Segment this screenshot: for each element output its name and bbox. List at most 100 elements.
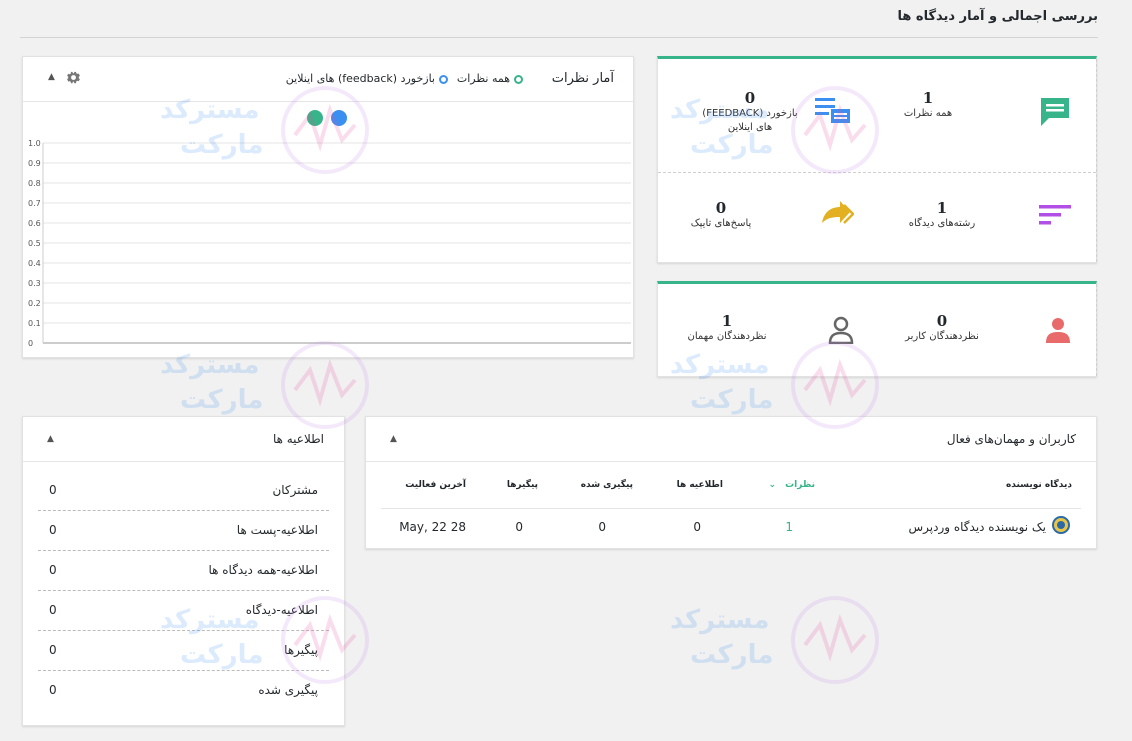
notification-label: پیگیری شده xyxy=(258,683,318,697)
stat-label: نظردهندگان کاربر xyxy=(905,331,979,342)
notification-value: 0 xyxy=(49,563,57,577)
stat-value: 0 xyxy=(936,312,948,330)
y-tick-label: 0.7 xyxy=(28,199,41,208)
active-users-header: کاربران و مهمان‌های فعال ▲ xyxy=(366,417,1096,462)
stat-label: نظردهندگان مهمان xyxy=(687,331,767,342)
notification-row: اطلاعیه-پست ها 0 xyxy=(38,511,329,551)
y-tick-label: 0.1 xyxy=(28,319,41,328)
notification-value: 0 xyxy=(49,683,57,697)
divider xyxy=(1096,284,1097,376)
column-followers[interactable]: پیگیرها xyxy=(507,480,538,490)
watermark: مسترکد مارکت xyxy=(670,595,880,689)
notification-value: 0 xyxy=(49,603,57,617)
cell-comments: 1 xyxy=(785,520,793,534)
page-title: بررسی اجمالی و آمار دیدگاه ها xyxy=(897,9,1099,24)
y-tick-label: 0.2 xyxy=(28,299,41,308)
notification-value: 0 xyxy=(49,483,57,497)
notification-value: 0 xyxy=(49,523,57,537)
active-users-box: کاربران و مهمان‌های فعال ▲ دیدگاه نویسند… xyxy=(365,416,1097,549)
stat-value: 1 xyxy=(721,312,733,330)
stat-label: پاسخ‌های تایپک xyxy=(690,218,752,229)
author-name[interactable]: یک نویسنده دیدگاه وردپرس xyxy=(909,520,1047,534)
chevron-down-icon: ⌄ xyxy=(768,480,776,490)
active-users-title: کاربران و مهمان‌های فعال xyxy=(946,432,1076,446)
notifications-header: اطلاعیه ها ▲ xyxy=(23,417,344,462)
chart-title: آمار نظرات xyxy=(551,71,614,86)
guest-icon xyxy=(828,316,854,348)
triangle-up-icon[interactable]: ▲ xyxy=(48,72,55,82)
column-last-activity[interactable]: آخرین فعالیت xyxy=(405,480,466,490)
divider xyxy=(1096,59,1097,262)
stat-value: 0 xyxy=(715,199,727,217)
cell-followers: 0 xyxy=(515,520,523,534)
comment-totals-box: 1 همه نظرات 0 بازخورد (FEEDBACK) های این… xyxy=(657,56,1097,263)
column-author[interactable]: دیدگاه نویسنده xyxy=(1006,480,1072,490)
watermark-text: مسترکد xyxy=(670,605,770,635)
notification-row: مشترکان 0 xyxy=(38,471,329,511)
feedback-list-icon xyxy=(815,96,851,130)
comment-icon xyxy=(1039,96,1071,132)
chart-plot: 1.0 0.9 0.8 0.7 0.6 0.5 0.4 0.3 0.2 0.1 0 xyxy=(28,110,631,348)
cell-followed: 0 xyxy=(598,520,606,534)
cell-last-activity: May, 22 28 xyxy=(399,520,466,534)
y-tick-label: 0.4 xyxy=(28,259,41,268)
notification-row: اطلاعیه-دیدگاه 0 xyxy=(38,591,329,631)
stat-value: 1 xyxy=(936,199,948,217)
notification-row: اطلاعیه-همه دیدگاه ها 0 xyxy=(38,551,329,591)
comment-stats-chart-box: آمار نظرات همه نظرات بازخورد (feedback) … xyxy=(22,56,634,358)
legend-ring-icon xyxy=(439,74,448,84)
column-notifications[interactable]: اطلاعیه ها xyxy=(677,480,723,490)
y-tick-label: 1.0 xyxy=(28,139,41,148)
notification-label: اطلاعیه-دیدگاه xyxy=(245,603,318,617)
stat-label: همه نظرات xyxy=(903,108,953,119)
stat-inline-feedback: 0 بازخورد (FEEDBACK) های اینلاین xyxy=(695,89,805,135)
stat-label: بازخورد (FEEDBACK) های اینلاین xyxy=(702,108,798,133)
stat-value: 0 xyxy=(744,89,756,107)
series-marker xyxy=(331,110,347,126)
notifications-box: اطلاعیه ها ▲ مشترکان 0 اطلاعیه-پست ها 0 … xyxy=(22,416,345,726)
watermark-text: مارکت xyxy=(690,640,774,670)
column-followed[interactable]: پیگیری شده xyxy=(581,480,633,490)
divider xyxy=(658,172,1096,173)
stat-all-comments: 1 همه نظرات xyxy=(873,89,983,121)
watermark-text: مارکت xyxy=(180,385,264,415)
stat-label: رشته‌های دیدگاه xyxy=(908,218,976,229)
y-tick-label: 0 xyxy=(28,339,33,348)
threads-icon xyxy=(1039,203,1071,231)
series-marker xyxy=(307,110,323,126)
chart-box-header: آمار نظرات همه نظرات بازخورد (feedback) … xyxy=(23,57,633,102)
notification-label: مشترکان xyxy=(272,483,318,497)
legend-all-comments[interactable]: همه نظرات xyxy=(457,72,523,85)
stat-replies: 0 پاسخ‌های تایپک xyxy=(666,199,776,231)
legend-label: همه نظرات xyxy=(456,72,510,85)
stat-value: 1 xyxy=(922,89,934,107)
replies-icon xyxy=(820,201,855,233)
notification-label: اطلاعیه-همه دیدگاه ها xyxy=(208,563,318,577)
notifications-title: اطلاعیه ها xyxy=(272,432,324,446)
y-tick-label: 0.5 xyxy=(28,239,41,248)
y-tick-label: 0.3 xyxy=(28,279,41,288)
cell-notifications: 0 xyxy=(693,520,701,534)
y-tick-label: 0.6 xyxy=(28,219,41,228)
notification-label: پیگیرها xyxy=(284,643,318,657)
page-header: بررسی اجمالی و آمار دیدگاه ها xyxy=(20,0,1098,38)
stat-threads: 1 رشته‌های دیدگاه xyxy=(887,199,997,231)
stat-user-commenters: 0 نظردهندگان کاربر xyxy=(887,312,997,344)
notification-value: 0 xyxy=(49,643,57,657)
column-comments[interactable]: نظرات ⌄ xyxy=(768,480,815,490)
notification-row: پیگیرها 0 xyxy=(38,631,329,671)
y-tick-label: 0.8 xyxy=(28,179,41,188)
user-icon xyxy=(1046,317,1070,347)
legend-inline-feedback[interactable]: بازخورد (feedback) های اینلاین xyxy=(286,72,448,85)
stat-guest-commenters: 1 نظردهندگان مهمان xyxy=(672,312,782,344)
commenters-box: 0 نظردهندگان کاربر 1 نظردهندگان مهمان xyxy=(657,281,1097,377)
notification-row: پیگیری شده 0 xyxy=(38,671,329,711)
triangle-up-icon[interactable]: ▲ xyxy=(47,434,54,444)
author-avatar-icon xyxy=(1052,516,1070,537)
y-tick-label: 0.9 xyxy=(28,159,41,168)
triangle-up-icon[interactable]: ▲ xyxy=(390,434,397,444)
gear-icon[interactable] xyxy=(67,71,80,87)
legend-ring-icon xyxy=(514,74,523,84)
legend-label: بازخورد (feedback) های اینلاین xyxy=(285,72,435,85)
watermark-text: مارکت xyxy=(690,385,774,415)
